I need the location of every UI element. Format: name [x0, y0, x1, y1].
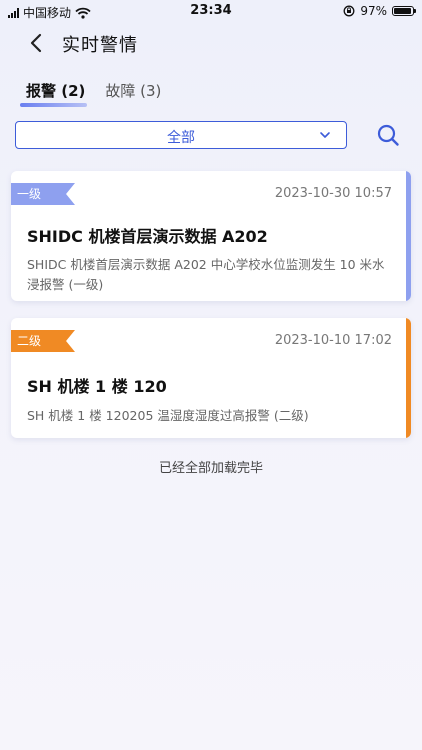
tab-faults[interactable]: 故障 (3): [105, 80, 161, 101]
battery-icon: [392, 6, 416, 16]
filter-selected-value: 全部: [167, 130, 195, 146]
status-bar: 中国移动 23:34 97%: [0, 0, 422, 22]
alarm-title: SHIDC 机楼首层演示数据 A202: [27, 227, 268, 246]
chevron-down-icon: [320, 132, 330, 138]
orientation-lock-icon: [343, 5, 355, 17]
nav-bar: 实时警情: [0, 28, 422, 60]
card-accent: [406, 318, 411, 438]
status-right: 97%: [343, 4, 416, 18]
battery-percent: 97%: [360, 4, 387, 18]
alarm-card[interactable]: 二级 2023-10-10 17:02 SH 机楼 1 楼 120 SH 机楼 …: [11, 318, 411, 438]
alarm-description: SH 机楼 1 楼 120205 温湿度湿度过高报警 (二级): [27, 408, 309, 423]
page-title: 实时警情: [62, 35, 138, 56]
back-arrow-icon[interactable]: [26, 32, 48, 54]
alarm-time: 2023-10-30 10:57: [274, 186, 392, 201]
level-tag: 一级: [11, 183, 75, 205]
alarm-title: SH 机楼 1 楼 120: [27, 377, 167, 396]
search-icon[interactable]: [376, 123, 400, 147]
alarm-time: 2023-10-10 17:02: [274, 333, 392, 348]
card-accent: [406, 171, 411, 301]
alarm-description: SHIDC 机楼首层演示数据 A202 中心学校水位监测发生 10 米水浸报警 …: [27, 257, 385, 292]
alarm-card[interactable]: 一级 2023-10-30 10:57 SHIDC 机楼首层演示数据 A202 …: [11, 171, 411, 301]
tab-bar: 报警 (2) 故障 (3): [19, 80, 161, 107]
filter-select[interactable]: 全部: [15, 121, 347, 149]
battery-fill: [394, 8, 412, 14]
load-complete-text: 已经全部加载完毕: [158, 461, 263, 476]
tab-alarms[interactable]: 报警 (2): [19, 80, 88, 107]
level-tag: 二级: [11, 330, 75, 352]
